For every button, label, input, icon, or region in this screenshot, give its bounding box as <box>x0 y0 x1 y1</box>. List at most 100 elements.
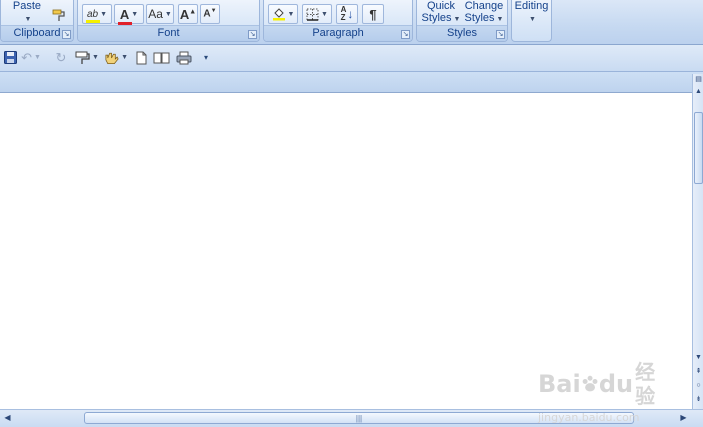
paragraph-label-text: Paragraph <box>312 27 364 39</box>
quick-styles-line1: Quick <box>426 0 456 12</box>
paragraph-launcher-icon[interactable]: ↘ <box>401 30 410 39</box>
print-button[interactable] <box>176 49 192 66</box>
redo-icon: ↻ <box>55 49 67 65</box>
hand-icon <box>105 52 119 64</box>
scroll-down-icon[interactable]: ▼ <box>693 352 703 364</box>
undo-button[interactable]: ↶ ▼ <box>21 49 41 66</box>
next-page-icon[interactable]: ⇟ <box>693 394 703 406</box>
ribbon: Paste ▼ Clipboard ↘ ab ▼ A ▼ Aa ▼ A▲ A▼ … <box>0 0 703 45</box>
change-styles-dropdown-icon: ▼ <box>496 16 504 23</box>
sort-button[interactable]: A Z ↓ <box>336 4 358 24</box>
save-icon <box>3 51 17 64</box>
shrink-font-icon: A▼ <box>203 8 217 20</box>
paw-icon <box>582 375 598 392</box>
new-document-icon <box>136 51 146 64</box>
quick-styles-button[interactable]: Quick Styles ▼ <box>419 0 463 26</box>
font-color-glyph: A <box>119 6 130 22</box>
paste-label: Paste <box>12 0 42 12</box>
watermark-brand2: du <box>598 370 634 398</box>
change-styles-line1: Change <box>464 0 504 12</box>
sort-z-glyph: Z <box>340 13 346 22</box>
paint-bucket-icon <box>272 8 285 21</box>
borders-icon <box>306 8 319 21</box>
format-painter-button[interactable] <box>49 5 69 25</box>
paragraph-group-label: Paragraph <box>264 25 412 41</box>
clipboard-group: Paste ▼ Clipboard ↘ <box>0 0 74 42</box>
scroll-right-icon[interactable]: ▶ <box>678 412 689 424</box>
borders-dropdown-icon[interactable]: ▼ <box>321 11 328 18</box>
grow-font-icon: A▲ <box>179 6 197 22</box>
format-painter-qat-button[interactable]: ▼ <box>74 49 100 66</box>
shading-button[interactable]: ▼ <box>268 4 298 24</box>
ruler-toggle-icon[interactable]: ▤ <box>693 74 703 86</box>
styles-launcher-icon[interactable]: ↘ <box>496 30 505 39</box>
grow-font-button[interactable]: A▲ <box>178 4 198 24</box>
editing-button[interactable]: Editing ▼ <box>512 0 551 26</box>
shrink-glyph: A <box>203 8 211 20</box>
font-launcher-icon[interactable]: ↘ <box>248 30 257 39</box>
pilcrow-icon: ¶ <box>369 6 377 22</box>
change-styles-line2: Styles <box>464 12 495 24</box>
format-painter-qat-icon <box>75 51 90 64</box>
previous-page-icon[interactable]: ⇞ <box>693 366 703 378</box>
ruler-strip <box>0 72 703 92</box>
customize-icon: ▾ <box>203 53 208 62</box>
quick-styles-dropdown-icon: ▼ <box>453 16 461 23</box>
paragraph-group: ▼ ▼ A Z ↓ ¶ Paragraph ↘ <box>263 0 413 42</box>
undo-dropdown-icon[interactable]: ▼ <box>34 54 41 61</box>
quick-styles-line2: Styles <box>421 12 452 24</box>
editing-group: Editing ▼ <box>511 0 552 42</box>
quick-access-toolbar: ↶ ▼ ↻ ▼ ▼ ▾ <box>0 45 703 72</box>
vertical-scrollbar[interactable]: ▤ ▲ ▼ ⇞ ○ ⇟ <box>692 74 703 409</box>
watermark-url: jingyan.baidu.com <box>538 411 640 424</box>
change-case-dropdown-icon[interactable]: ▼ <box>165 11 172 18</box>
font-label-text: Font <box>157 27 180 39</box>
hand-dropdown-icon[interactable]: ▼ <box>121 54 128 61</box>
font-group: ab ▼ A ▼ Aa ▼ A▲ A▼ Font ↘ <box>77 0 260 42</box>
select-browse-object-icon[interactable]: ○ <box>693 380 703 392</box>
customize-qat-button[interactable]: ▾ <box>200 49 212 66</box>
editing-dropdown-icon: ▼ <box>529 16 536 23</box>
paste-button[interactable]: Paste ▼ <box>7 0 47 26</box>
vertical-scroll-thumb[interactable] <box>694 112 703 184</box>
shading-dropdown-icon[interactable]: ▼ <box>288 11 295 18</box>
undo-icon: ↶ <box>21 49 32 65</box>
format-painter-icon <box>52 9 65 21</box>
watermark-cn: 经验 <box>635 360 656 408</box>
styles-group-label: Styles <box>417 25 507 41</box>
watermark-brand: Bai <box>538 370 581 398</box>
borders-button[interactable]: ▼ <box>302 4 332 24</box>
editing-label: Editing <box>514 0 549 12</box>
font-color-icon: A <box>117 6 132 25</box>
styles-label-text: Styles <box>447 27 477 39</box>
new-document-button[interactable] <box>134 49 148 66</box>
highlight-glyph: ab <box>86 8 99 20</box>
highlight-icon: ab <box>85 8 100 23</box>
change-case-icon: Aa <box>148 7 163 21</box>
highlight-dropdown-icon[interactable]: ▼ <box>100 11 107 18</box>
paste-dropdown-icon[interactable]: ▼ <box>25 16 32 23</box>
text-highlight-button[interactable]: ab ▼ <box>82 4 112 24</box>
hand-button[interactable]: ▼ <box>104 49 128 66</box>
scroll-left-icon[interactable]: ◀ <box>2 412 13 424</box>
sort-icon: A Z ↓ <box>340 5 354 22</box>
clipboard-label-text: Clipboard <box>13 27 61 39</box>
show-formatting-button[interactable]: ¶ <box>362 4 384 24</box>
clipboard-launcher-icon[interactable]: ↘ <box>62 30 71 39</box>
font-color-dropdown-icon[interactable]: ▼ <box>131 11 138 18</box>
redo-button[interactable]: ↻ <box>54 49 68 66</box>
change-case-button[interactable]: Aa ▼ <box>146 4 174 24</box>
baidu-watermark: Bai du 经验 jingyan.baidu.com <box>538 360 668 424</box>
open-book-button[interactable] <box>152 49 170 66</box>
font-group-label: Font <box>78 25 259 41</box>
save-button[interactable] <box>3 49 17 66</box>
shrink-font-button[interactable]: A▼ <box>200 4 220 24</box>
scroll-up-icon[interactable]: ▲ <box>693 86 703 98</box>
change-styles-button[interactable]: Change Styles ▼ <box>461 0 507 26</box>
font-color-button[interactable]: A ▼ <box>114 4 144 25</box>
format-painter-dropdown-icon[interactable]: ▼ <box>92 54 99 61</box>
open-book-icon <box>153 52 169 64</box>
print-icon <box>176 51 192 64</box>
grow-glyph: A <box>179 6 190 22</box>
styles-group: Quick Styles ▼ Change Styles ▼ Styles ↘ <box>416 0 508 42</box>
